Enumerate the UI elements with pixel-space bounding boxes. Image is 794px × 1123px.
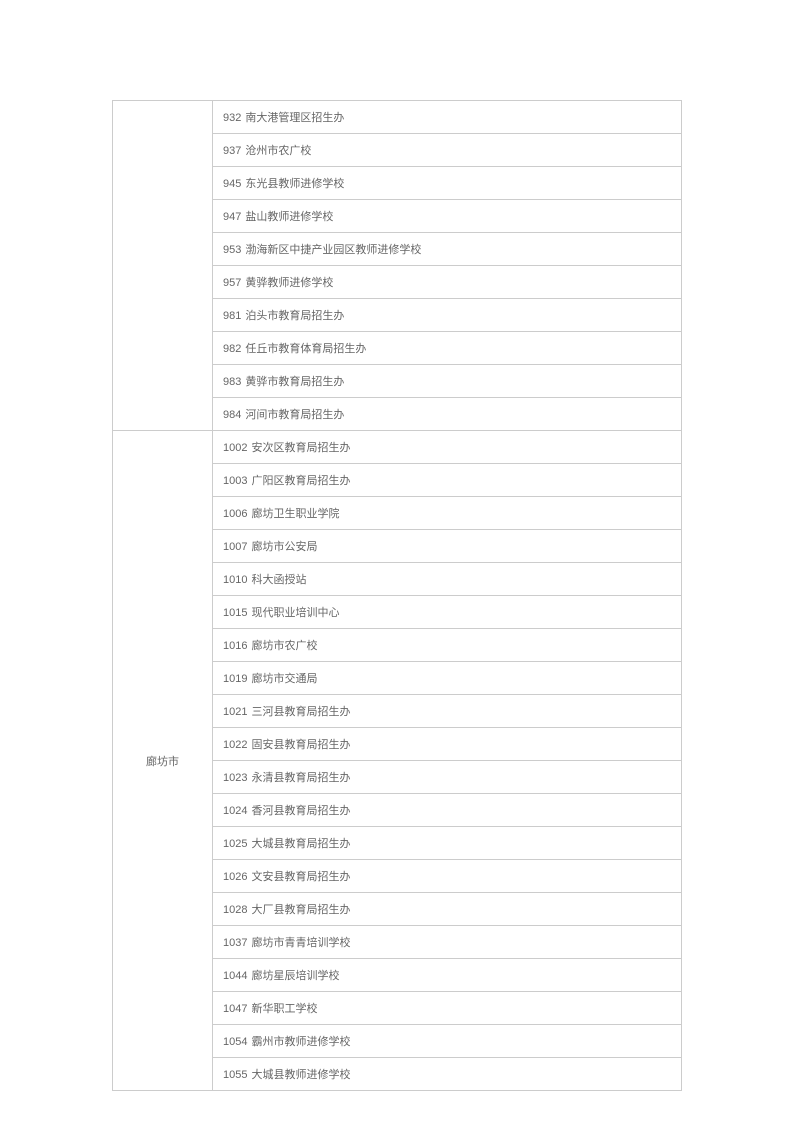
content-cell: 1003 广阳区教育局招生办: [213, 464, 682, 497]
code-text: 1019: [223, 673, 247, 685]
name-text: 黄骅市教育局招生办: [245, 376, 344, 388]
content-cell: 937 沧州市农广校: [213, 134, 682, 167]
name-text: 任丘市教育体育局招生办: [245, 343, 366, 355]
name-text: 河间市教育局招生办: [245, 409, 344, 421]
content-cell: 1019 廊坊市交通局: [213, 662, 682, 695]
code-text: 1047: [223, 1003, 247, 1015]
content-cell: 1025 大城县教育局招生办: [213, 827, 682, 860]
content-cell: 1016 廊坊市农广校: [213, 629, 682, 662]
name-text: 黄骅教师进修学校: [245, 277, 333, 289]
code-text: 1025: [223, 838, 247, 850]
name-text: 廊坊卫生职业学院: [251, 508, 339, 520]
name-text: 新华职工学校: [251, 1003, 317, 1015]
content-cell: 1054 霸州市教师进修学校: [213, 1025, 682, 1058]
name-text: 沧州市农广校: [245, 145, 311, 157]
content-cell: 1023 永清县教育局招生办: [213, 761, 682, 794]
name-text: 文安县教育局招生办: [251, 871, 350, 883]
code-text: 1015: [223, 607, 247, 619]
name-text: 三河县教育局招生办: [251, 706, 350, 718]
code-text: 1003: [223, 475, 247, 487]
code-text: 983: [223, 376, 241, 388]
code-text: 1044: [223, 970, 247, 982]
name-text: 大城县教师进修学校: [251, 1069, 350, 1081]
content-cell: 1047 新华职工学校: [213, 992, 682, 1025]
code-text: 1023: [223, 772, 247, 784]
name-text: 广阳区教育局招生办: [251, 475, 350, 487]
region-cell: 廊坊市: [113, 431, 213, 1091]
code-text: 953: [223, 244, 241, 256]
table-row: 廊坊市1002安次区教育局招生办: [113, 431, 682, 464]
name-text: 现代职业培训中心: [251, 607, 339, 619]
region-cell: [113, 101, 213, 431]
content-cell: 945 东光县教师进修学校: [213, 167, 682, 200]
content-cell: 1044 廊坊星辰培训学校: [213, 959, 682, 992]
code-text: 1006: [223, 508, 247, 520]
code-text: 984: [223, 409, 241, 421]
name-text: 东光县教师进修学校: [245, 178, 344, 190]
code-text: 1007: [223, 541, 247, 553]
code-text: 1054: [223, 1036, 247, 1048]
content-cell: 947 盐山教师进修学校: [213, 200, 682, 233]
code-text: 1022: [223, 739, 247, 751]
content-cell: 1022 固安县教育局招生办: [213, 728, 682, 761]
name-text: 科大函授站: [251, 574, 306, 586]
content-cell: 1055 大城县教师进修学校: [213, 1058, 682, 1091]
content-cell: 1006 廊坊卫生职业学院: [213, 497, 682, 530]
name-text: 南大港管理区招生办: [245, 112, 344, 124]
code-text: 1024: [223, 805, 247, 817]
name-text: 廊坊市青青培训学校: [251, 937, 350, 949]
code-text: 957: [223, 277, 241, 289]
content-cell: 1021 三河县教育局招生办: [213, 695, 682, 728]
name-text: 安次区教育局招生办: [251, 442, 350, 454]
content-cell: 957 黄骅教师进修学校: [213, 266, 682, 299]
name-text: 泊头市教育局招生办: [245, 310, 344, 322]
content-cell: 953 渤海新区中捷产业园区教师进修学校: [213, 233, 682, 266]
code-text: 932: [223, 112, 241, 124]
code-text: 1028: [223, 904, 247, 916]
content-cell: 984 河间市教育局招生办: [213, 398, 682, 431]
code-text: 982: [223, 343, 241, 355]
code-text: 981: [223, 310, 241, 322]
content-cell: 983 黄骅市教育局招生办: [213, 365, 682, 398]
name-text: 大厂县教育局招生办: [251, 904, 350, 916]
code-text: 947: [223, 211, 241, 223]
content-cell: 1024 香河县教育局招生办: [213, 794, 682, 827]
name-text: 永清县教育局招生办: [251, 772, 350, 784]
name-text: 廊坊市交通局: [251, 673, 317, 685]
code-text: 1055: [223, 1069, 247, 1081]
name-text: 香河县教育局招生办: [251, 805, 350, 817]
content-cell: 982 任丘市教育体育局招生办: [213, 332, 682, 365]
content-cell: 1010 科大函授站: [213, 563, 682, 596]
content-cell: 932 南大港管理区招生办: [213, 101, 682, 134]
name-text: 固安县教育局招生办: [251, 739, 350, 751]
code-text: 1021: [223, 706, 247, 718]
content-cell: 1028 大厂县教育局招生办: [213, 893, 682, 926]
name-text: 廊坊市农广校: [251, 640, 317, 652]
name-text: 廊坊市公安局: [251, 541, 317, 553]
code-text: 937: [223, 145, 241, 157]
content-cell: 1015 现代职业培训中心: [213, 596, 682, 629]
content-cell: 981 泊头市教育局招生办: [213, 299, 682, 332]
code-text: 1010: [223, 574, 247, 586]
code-text: 1002: [223, 442, 247, 454]
enrollment-table: 932 南大港管理区招生办 937 沧州市农广校 945 东光县教师进修学校 947 盐山教师…: [112, 100, 682, 1091]
code-text: 1037: [223, 937, 247, 949]
name-text: 大城县教育局招生办: [251, 838, 350, 850]
content-cell: 1026 文安县教育局招生办: [213, 860, 682, 893]
content-cell: 1037 廊坊市青青培训学校: [213, 926, 682, 959]
table-row: 932 南大港管理区招生办: [113, 101, 682, 134]
name-text: 盐山教师进修学校: [245, 211, 333, 223]
name-text: 霸州市教师进修学校: [251, 1036, 350, 1048]
code-text: 945: [223, 178, 241, 190]
code-text: 1026: [223, 871, 247, 883]
content-cell: 1002 安次区教育局招生办: [213, 431, 682, 464]
code-text: 1016: [223, 640, 247, 652]
content-cell: 1007 廊坊市公安局: [213, 530, 682, 563]
name-text: 渤海新区中捷产业园区教师进修学校: [245, 244, 421, 256]
name-text: 廊坊星辰培训学校: [251, 970, 339, 982]
